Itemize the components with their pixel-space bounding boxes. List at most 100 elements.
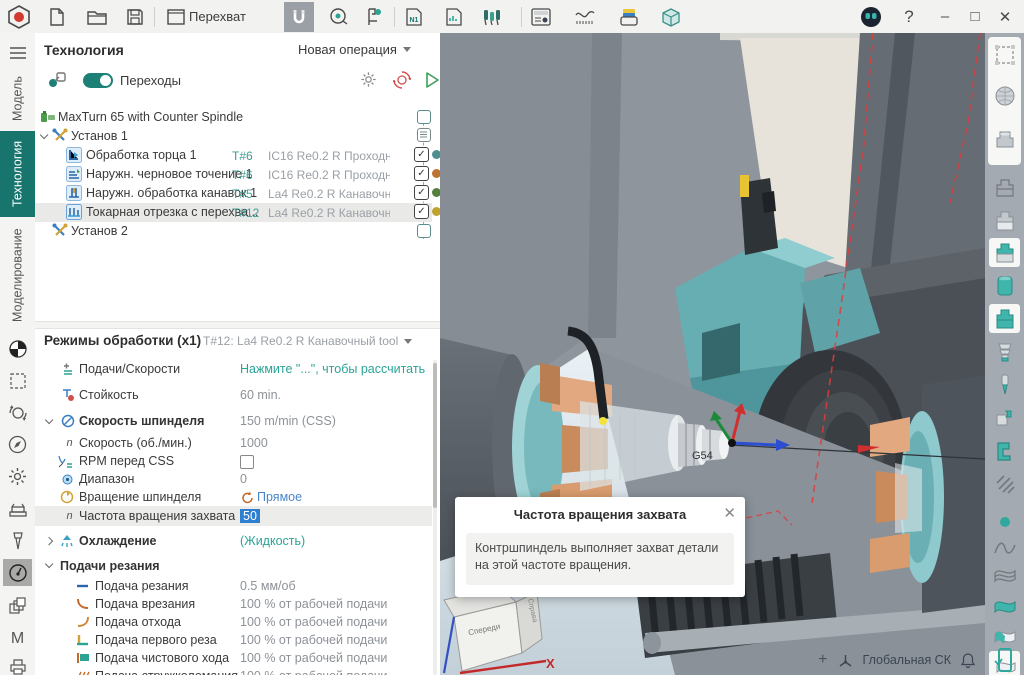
param-row-coolant[interactable]: Охлаждение (Жидкость): [35, 532, 432, 550]
calculator-icon[interactable]: [526, 2, 556, 32]
tree-row-machine[interactable]: MaxTurn 65 with Counter Spindle: [35, 108, 432, 127]
param-row-spindle-rotation[interactable]: Вращение шпинделя Прямое: [35, 488, 432, 506]
grip-rpm-input[interactable]: 50: [240, 509, 260, 523]
caliper-icon[interactable]: [360, 2, 390, 32]
machine-setup-icon[interactable]: [3, 495, 32, 522]
panel-splitter[interactable]: [35, 321, 440, 329]
tab-simulation[interactable]: Моделирование: [0, 221, 35, 329]
cylinder-teal-icon[interactable]: [989, 271, 1020, 300]
maximize-button[interactable]: □: [960, 2, 990, 32]
mesh-sphere-icon[interactable]: [989, 81, 1020, 110]
gear-icon[interactable]: [360, 71, 377, 88]
new-file-icon[interactable]: [42, 2, 72, 32]
collapse-icon[interactable]: [45, 560, 54, 569]
rotate-view-icon[interactable]: [3, 399, 32, 426]
tab-technology[interactable]: Технология: [0, 131, 35, 217]
tab-model[interactable]: Модель: [0, 71, 35, 127]
spline-icon[interactable]: [570, 2, 600, 32]
param-row-spindle-speed[interactable]: Скорость шпинделя 150 m/min (CSS): [35, 412, 432, 430]
datum-origin-icon[interactable]: [3, 335, 32, 362]
part-layers-icon[interactable]: [989, 337, 1020, 366]
hatch-icon[interactable]: [989, 469, 1020, 498]
param-row-cutting-feeds[interactable]: Подачи резания: [35, 557, 432, 575]
magnet-snap-icon[interactable]: [284, 2, 314, 32]
nc-program-icon[interactable]: N1: [399, 2, 429, 32]
machine-node-box[interactable]: [417, 110, 431, 124]
param-row-cut-feed[interactable]: Подача резания 0.5 мм/об: [35, 577, 432, 595]
close-button[interactable]: ✕: [990, 2, 1020, 32]
tree-row-setup2[interactable]: Установ 2: [35, 222, 432, 241]
csys-selector[interactable]: Глобальная СК: [863, 653, 952, 667]
transitions-toggle[interactable]: [83, 73, 113, 88]
expand-icon[interactable]: [45, 537, 54, 546]
surface-outline-icon[interactable]: [989, 561, 1020, 590]
collapse-icon[interactable]: [40, 131, 49, 140]
bell-icon[interactable]: [961, 653, 975, 668]
part-gray-icon[interactable]: [989, 206, 1020, 235]
param-row-grip-rpm-selected[interactable]: n Частота вращения захвата 50: [35, 506, 432, 526]
setup1-node-icon[interactable]: [417, 128, 431, 142]
operation-checkbox[interactable]: ✓: [414, 185, 429, 200]
assistant-icon[interactable]: [856, 2, 886, 32]
param-row-finish-feed[interactable]: Подача чистового хода 100 % от рабочей п…: [35, 649, 432, 667]
part-teal-icon[interactable]: [989, 304, 1020, 333]
setup2-node-box[interactable]: [417, 224, 431, 238]
settings-gear-icon[interactable]: [3, 463, 32, 490]
operation-checkbox[interactable]: ✓: [414, 204, 429, 219]
tree-row-operation-selected[interactable]: Токарная отрезка с перехва... T#12 La4 R…: [35, 203, 432, 222]
tree-row-operation[interactable]: Наружн. черновое точение 1 T#6 IC16 Re0.…: [35, 165, 432, 184]
param-row-feeds-speeds[interactable]: Подачи/Скорости Нажмите "...", чтобы рас…: [35, 360, 432, 378]
param-row-plunge-feed[interactable]: Подача врезания 100 % от рабочей подачи: [35, 595, 432, 613]
compass-icon[interactable]: [3, 431, 32, 458]
param-row-retract-feed[interactable]: Подача отхода 100 % от рабочей подачи: [35, 613, 432, 631]
feeds-speeds-mode-icon[interactable]: [3, 559, 32, 586]
operation-checkbox[interactable]: ✓: [414, 147, 429, 162]
layers-icon[interactable]: [3, 593, 32, 620]
tooltip-close-icon[interactable]: ✕: [723, 504, 736, 522]
drill-tool-icon[interactable]: [989, 370, 1020, 399]
param-row-tool-life[interactable]: Стойкость 60 min.: [35, 386, 432, 404]
measure-gauge-icon[interactable]: [324, 2, 354, 32]
capture-mode-button[interactable]: Перехват: [167, 9, 246, 25]
part-transfer-icon[interactable]: [989, 403, 1020, 432]
hamburger-menu-icon[interactable]: [3, 39, 32, 66]
scrollbar-thumb[interactable]: [433, 363, 437, 508]
tool-selector-dropdown[interactable]: T#12: La4 Re0.2 R Канавочный tool: [203, 334, 412, 348]
tool-library-icon[interactable]: [477, 2, 507, 32]
new-operation-dropdown[interactable]: Новая операция: [298, 42, 411, 57]
flag-half-icon[interactable]: [989, 621, 1020, 650]
param-row-range[interactable]: Диапазон 0: [35, 470, 432, 488]
param-row-rpm-before-css[interactable]: RPM перед CSS: [35, 452, 432, 470]
recalculate-icon[interactable]: [393, 71, 411, 89]
selection-box-icon[interactable]: [3, 367, 32, 394]
machine-sim-icon[interactable]: [989, 436, 1020, 465]
play-icon[interactable]: [425, 72, 440, 88]
tool-drill-icon[interactable]: [3, 527, 32, 554]
operation-structure-icon[interactable]: [47, 71, 67, 89]
solid-part-icon[interactable]: [989, 125, 1020, 154]
rpm-before-css-checkbox[interactable]: [240, 455, 254, 469]
operation-checkbox[interactable]: ✓: [414, 166, 429, 181]
open-folder-icon[interactable]: [82, 2, 112, 32]
minimize-button[interactable]: –: [930, 2, 960, 32]
tree-row-operation[interactable]: Наружн. обработка канавок 1 T#5 La4 Re0.…: [35, 184, 432, 203]
viewport-3d[interactable]: Спереди Справа X G54 Частота вращения за…: [440, 33, 985, 675]
stock-wireframe-icon[interactable]: [989, 40, 1020, 69]
param-row-rpm[interactable]: n Скорость (об./мин.) 1000: [35, 434, 432, 452]
report-icon[interactable]: [439, 2, 469, 32]
save-icon[interactable]: [120, 2, 150, 32]
flag-teal-icon[interactable]: [989, 591, 1020, 620]
add-csys-button[interactable]: +: [818, 651, 827, 669]
help-button[interactable]: ?: [894, 2, 924, 32]
collapse-icon[interactable]: [45, 416, 54, 425]
printer-3d-icon[interactable]: [614, 2, 644, 32]
param-row-chipbreak-feed[interactable]: Подача стружколомания 100 % от рабочей п…: [35, 667, 432, 675]
tree-row-setup1[interactable]: Установ 1: [35, 127, 432, 146]
print-icon[interactable]: [3, 653, 32, 675]
box-icon[interactable]: [656, 2, 686, 32]
param-row-first-cut-feed[interactable]: Подача первого реза 100 % от рабочей под…: [35, 631, 432, 649]
macro-icon[interactable]: M: [3, 625, 32, 652]
tree-row-operation[interactable]: Обработка торца 1 T#6 IC16 Re0.2 R Прохо…: [35, 146, 432, 165]
curve-icon[interactable]: [989, 533, 1020, 562]
part-teal-top-icon[interactable]: [989, 238, 1020, 267]
